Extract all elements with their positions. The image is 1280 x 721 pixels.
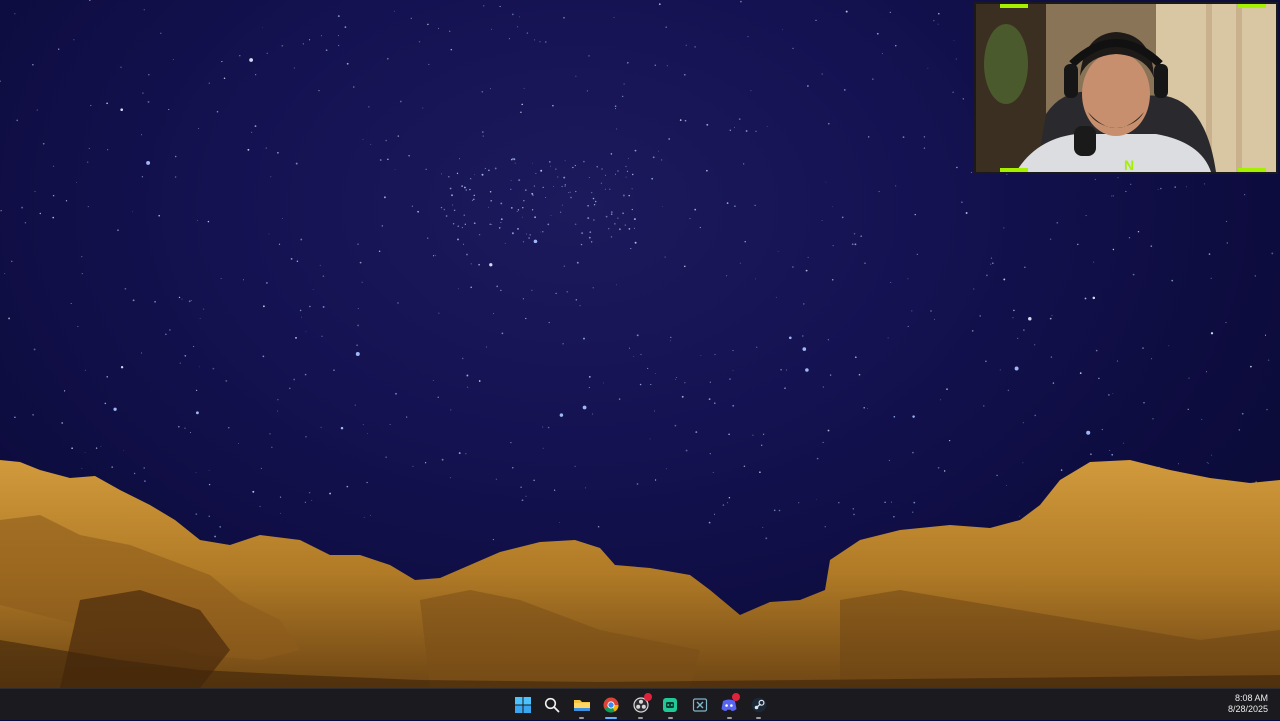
search-button[interactable] <box>538 689 568 721</box>
streamer-webcam-feed: N <box>976 4 1276 172</box>
taskbar: 8:08 AM 8/28/2025 <box>0 688 1280 720</box>
discord-button[interactable] <box>715 689 745 721</box>
svg-text:N: N <box>1124 157 1134 172</box>
folder-icon <box>573 700 590 711</box>
clock-time: 8:08 AM <box>1234 693 1268 703</box>
start-button[interactable] <box>508 689 538 721</box>
chrome-icon <box>603 697 619 713</box>
webcam-overlay: N <box>974 2 1278 174</box>
green-app-button[interactable] <box>656 689 686 721</box>
excel-button[interactable] <box>685 689 715 721</box>
steam-button[interactable] <box>744 689 774 721</box>
file-explorer-button[interactable] <box>567 689 597 721</box>
clock-date: 8/28/2025 <box>1227 704 1268 714</box>
windows-logo-icon <box>514 697 531 713</box>
notification-badge <box>732 693 740 701</box>
search-icon <box>545 697 560 713</box>
app-icon <box>663 698 678 712</box>
system-clock[interactable]: 8:08 AM 8/28/2025 <box>1228 693 1268 715</box>
obs-button[interactable] <box>626 689 656 721</box>
chrome-button[interactable] <box>597 689 627 721</box>
excel-icon <box>692 698 707 712</box>
steam-icon <box>751 697 767 713</box>
taskbar-apps <box>508 689 774 721</box>
notification-badge <box>643 693 652 701</box>
desktop-wallpaper: N <box>0 0 1280 688</box>
